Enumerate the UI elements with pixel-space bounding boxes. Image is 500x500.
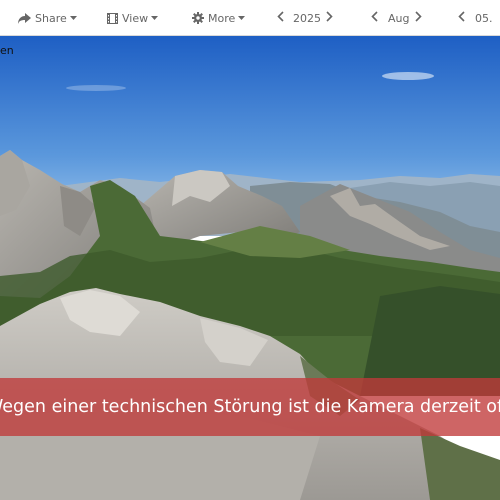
day-prev-button[interactable] — [458, 0, 465, 36]
chevron-left-icon — [371, 11, 378, 25]
caret-down-icon — [69, 16, 77, 20]
offline-message: Wegen einer technischen Störung ist die … — [0, 397, 500, 417]
toolbar: Share View More 2025 Aug 05. — [0, 0, 500, 36]
camera-name-label: en — [0, 44, 14, 57]
offline-banner: Wegen einer technischen Störung ist die … — [0, 378, 500, 436]
webcam-image: en Wegen einer technischen Störung ist d… — [0, 36, 500, 500]
year-next-button[interactable] — [326, 0, 333, 36]
more-button[interactable]: More — [192, 0, 246, 36]
caret-down-icon — [238, 16, 246, 20]
view-label: View — [122, 11, 149, 25]
year-value[interactable]: 2025 — [293, 0, 321, 36]
chevron-right-icon — [326, 11, 333, 25]
share-arrow-icon — [18, 12, 31, 24]
chevron-left-icon — [458, 11, 465, 25]
film-strip-icon — [107, 12, 118, 24]
chevron-right-icon — [415, 11, 422, 25]
more-label: More — [208, 11, 236, 25]
view-button[interactable]: View — [107, 0, 159, 36]
month-next-button[interactable] — [415, 0, 422, 36]
month-value[interactable]: Aug — [388, 0, 409, 36]
share-button[interactable]: Share — [18, 0, 77, 36]
share-label: Share — [35, 11, 67, 25]
gear-icon — [192, 12, 204, 24]
day-value[interactable]: 05. — [475, 0, 493, 36]
month-prev-button[interactable] — [371, 0, 378, 36]
year-prev-button[interactable] — [277, 0, 284, 36]
chevron-left-icon — [277, 11, 284, 25]
caret-down-icon — [151, 16, 159, 20]
